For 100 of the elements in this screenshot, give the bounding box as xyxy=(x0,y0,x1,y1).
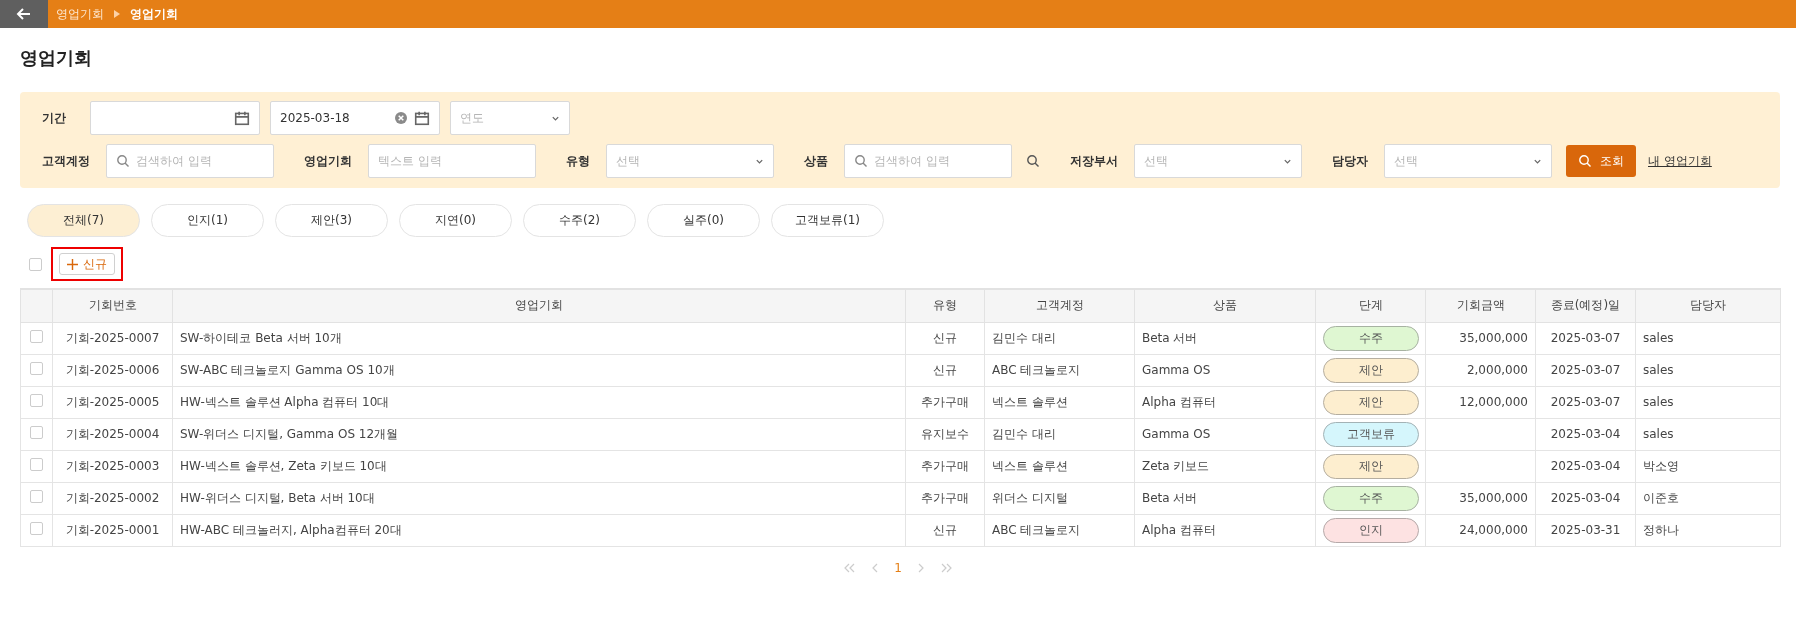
next-page-icon[interactable] xyxy=(917,562,924,573)
filter-tab[interactable]: 실주(0) xyxy=(647,204,760,237)
page-link[interactable]: 1 xyxy=(894,560,902,575)
table-cell: 2025-03-04 xyxy=(1535,418,1636,450)
row-checkbox[interactable] xyxy=(30,522,43,535)
table-cell: 김민수 대리 xyxy=(984,418,1135,450)
row-checkbox[interactable] xyxy=(30,426,43,439)
search-field[interactable]: 검색하여 입력 xyxy=(844,144,1012,178)
table-cell: SW-하이테코 Beta 서버 10개 xyxy=(172,322,906,354)
filter-tab[interactable]: 고객보류(1) xyxy=(771,204,884,237)
table-cell: 위더스 디지털 xyxy=(984,482,1135,514)
filter-tab[interactable]: 인지(1) xyxy=(151,204,264,237)
table-cell: HW-넥스트 솔루션 Alpha 컴퓨터 10대 xyxy=(172,386,906,418)
filter-label: 유형 xyxy=(566,152,590,170)
search-icon xyxy=(1578,154,1592,168)
table-cell: 유지보수 xyxy=(905,418,985,450)
select-dropdown[interactable]: 선택 xyxy=(1134,144,1302,178)
table-cell: 넥스트 솔루션 xyxy=(984,450,1135,482)
table-cell: 이준호 xyxy=(1635,482,1781,514)
my-opportunities-link[interactable]: 내 영업기회 xyxy=(1648,152,1712,170)
table-cell: 2025-03-04 xyxy=(1535,482,1636,514)
table-cell: 2025-03-07 xyxy=(1535,386,1636,418)
plus-icon xyxy=(67,258,78,270)
table-cell: Alpha 컴퓨터 xyxy=(1134,386,1316,418)
table-cell: 2025-03-04 xyxy=(1535,450,1636,482)
stage-badge: 수주 xyxy=(1323,485,1419,511)
text-field[interactable]: 텍스트 입력 xyxy=(368,144,536,178)
table-cell: Gamma OS xyxy=(1134,418,1316,450)
filter-tab[interactable]: 전체(7) xyxy=(27,204,140,237)
column-header: 기회금액 xyxy=(1425,289,1536,322)
back-button[interactable] xyxy=(0,0,48,28)
select-dropdown[interactable]: 선택 xyxy=(1384,144,1552,178)
row-checkbox[interactable] xyxy=(30,362,43,375)
select-dropdown[interactable]: 선택 xyxy=(606,144,774,178)
search-button[interactable]: 조회 xyxy=(1566,145,1636,177)
table-cell: ABC 테크놀로지 xyxy=(984,514,1135,546)
stage-badge: 제안 xyxy=(1323,389,1419,415)
column-header: 종료(예정)일 xyxy=(1535,289,1636,322)
table-cell: 김민수 대리 xyxy=(984,322,1135,354)
last-page-icon[interactable] xyxy=(939,562,952,573)
column-header: 유형 xyxy=(905,289,985,322)
row-checkbox[interactable] xyxy=(30,490,43,503)
table-cell: 넥스트 솔루션 xyxy=(984,386,1135,418)
table-cell: 12,000,000 xyxy=(1425,386,1536,418)
table-cell: SW-위더스 디지털, Gamma OS 12개월 xyxy=(172,418,906,450)
table-cell: 2025-03-07 xyxy=(1535,354,1636,386)
table-cell: 추가구매 xyxy=(905,482,985,514)
clear-icon[interactable] xyxy=(394,111,408,125)
table-cell: 기회-2025-0005 xyxy=(52,386,173,418)
select-dropdown[interactable]: 연도 xyxy=(450,101,570,135)
table-cell: 기회-2025-0001 xyxy=(52,514,173,546)
stage-badge: 인지 xyxy=(1323,517,1419,543)
previous-page-icon[interactable] xyxy=(872,562,879,573)
table-cell: 35,000,000 xyxy=(1425,322,1536,354)
date-field[interactable] xyxy=(90,101,260,135)
filter-tab[interactable]: 지연(0) xyxy=(399,204,512,237)
table-cell: HW-위더스 디지털, Beta 서버 10대 xyxy=(172,482,906,514)
table-cell: Alpha 컴퓨터 xyxy=(1134,514,1316,546)
row-checkbox[interactable] xyxy=(30,330,43,343)
filter-label: 기간 xyxy=(42,109,66,127)
table-cell: 신규 xyxy=(905,322,985,354)
search-icon[interactable] xyxy=(1026,154,1040,168)
search-field[interactable]: 검색하여 입력 xyxy=(106,144,274,178)
table-cell: 정하나 xyxy=(1635,514,1781,546)
table-cell: 기회-2025-0004 xyxy=(52,418,173,450)
breadcrumb-item[interactable]: 영업기회 xyxy=(56,5,104,23)
table-cell: 추가구매 xyxy=(905,450,985,482)
date-field[interactable]: 2025-03-18 xyxy=(270,101,440,135)
caret-right-icon xyxy=(114,10,120,18)
table-cell: 기회-2025-0003 xyxy=(52,450,173,482)
table-cell: 35,000,000 xyxy=(1425,482,1536,514)
breadcrumb-item[interactable]: 영업기회 xyxy=(130,5,178,23)
stage-badge: 수주 xyxy=(1323,325,1419,351)
table-cell: 2025-03-31 xyxy=(1535,514,1636,546)
calendar-icon[interactable] xyxy=(414,110,430,126)
table-cell: 2025-03-07 xyxy=(1535,322,1636,354)
column-header: 고객계정 xyxy=(984,289,1135,322)
filter-label: 상품 xyxy=(804,152,828,170)
row-checkbox[interactable] xyxy=(30,458,43,471)
table-cell: HW-넥스트 솔루션, Zeta 키보드 10대 xyxy=(172,450,906,482)
table-cell: sales xyxy=(1635,354,1781,386)
select-all-checkbox[interactable] xyxy=(29,257,42,271)
filter-tab[interactable]: 제안(3) xyxy=(275,204,388,237)
table-cell: 추가구매 xyxy=(905,386,985,418)
filter-label: 담당자 xyxy=(1332,152,1368,170)
filter-label: 고객계정 xyxy=(42,152,90,170)
new-button[interactable]: 신규 xyxy=(59,253,115,275)
table-cell: 기회-2025-0007 xyxy=(52,322,173,354)
table-cell: 박소영 xyxy=(1635,450,1781,482)
row-checkbox[interactable] xyxy=(30,394,43,407)
column-header: 영업기회 xyxy=(172,289,906,322)
filter-tab[interactable]: 수주(2) xyxy=(523,204,636,237)
column-header: 상품 xyxy=(1134,289,1316,322)
calendar-icon[interactable] xyxy=(234,110,250,126)
table-cell: Beta 서버 xyxy=(1134,322,1316,354)
table-cell: sales xyxy=(1635,418,1781,450)
first-page-icon[interactable] xyxy=(844,562,857,573)
table-cell: 기회-2025-0006 xyxy=(52,354,173,386)
table-cell: 신규 xyxy=(905,514,985,546)
table-cell: 신규 xyxy=(905,354,985,386)
